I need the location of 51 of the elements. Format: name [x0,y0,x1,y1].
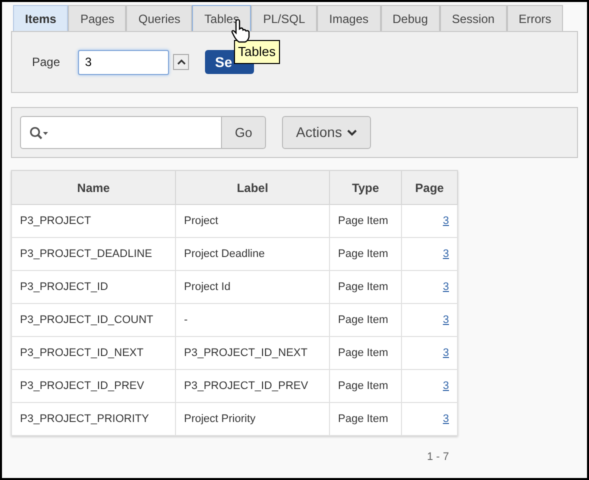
table-cell: Project Id [176,270,330,304]
table-cell: P3_PROJECT_ID_NEXT [176,336,330,370]
up-button[interactable] [173,54,189,70]
table-cell: Project Deadline [176,238,330,270]
pagination-text: 1 - 7 [427,450,450,465]
column-header[interactable]: Type [330,170,402,204]
tab[interactable]: Items [13,5,68,31]
page-label: Page [32,54,62,71]
table-cell: P3_PROJECT_ID_PREV [176,370,330,402]
table-cell: Page Item [330,238,402,270]
tab[interactable]: Images [317,5,380,31]
table-cell: P3_PROJECT_ID_NEXT [12,336,176,370]
search-icon [29,126,49,140]
table-cell: P3_PROJECT [12,204,176,238]
table-cell: Page Item [330,370,402,402]
tab[interactable]: Queries [126,5,192,31]
table-cell: Project Priority [176,402,330,436]
table-cell: Page Item [330,336,402,370]
tab[interactable]: Debug [380,5,440,31]
page-link[interactable]: 3 [442,248,449,260]
table-cell: P3_PROJECT_ID_PREV [12,370,176,402]
table-cell: Page Item [330,270,402,304]
page-input[interactable]: 3 [78,50,169,74]
page-link[interactable]: 3 [442,314,449,326]
page-link[interactable]: 3 [442,346,449,359]
table-cell: P3_PROJECT_DEADLINE [12,238,176,270]
go-button[interactable]: Go [222,116,266,149]
tooltip: Tables [234,40,280,64]
page-link[interactable]: 3 [442,280,449,293]
table-cell: Page Item [330,204,402,238]
column-header[interactable]: Label [176,170,330,204]
tab[interactable]: PL/SQL [251,5,318,31]
column-header[interactable]: Name [12,170,176,204]
tab[interactable]: Errors [506,5,564,31]
chevron-down-icon [346,129,357,136]
page-link[interactable]: 3 [442,412,449,425]
search-field[interactable] [20,116,222,149]
caret-up-icon [176,59,186,65]
page-link[interactable]: 3 [442,380,449,392]
column-header[interactable]: Page [402,170,458,204]
tab[interactable]: Session [440,5,507,31]
table-cell: Project [176,204,330,238]
table-cell: P3_PROJECT_ID_COUNT [12,304,176,336]
table-cell: P3_PROJECT_PRIORITY [12,402,176,436]
page-link[interactable]: 3 [442,214,449,227]
tab[interactable]: Pages [68,5,126,31]
actions-button[interactable]: Actions [282,116,371,149]
table-cell: Page Item [330,304,402,336]
table-cell: - [176,304,330,336]
table-cell: P3_PROJECT_ID [12,270,176,304]
table-cell: Page Item [330,402,402,436]
